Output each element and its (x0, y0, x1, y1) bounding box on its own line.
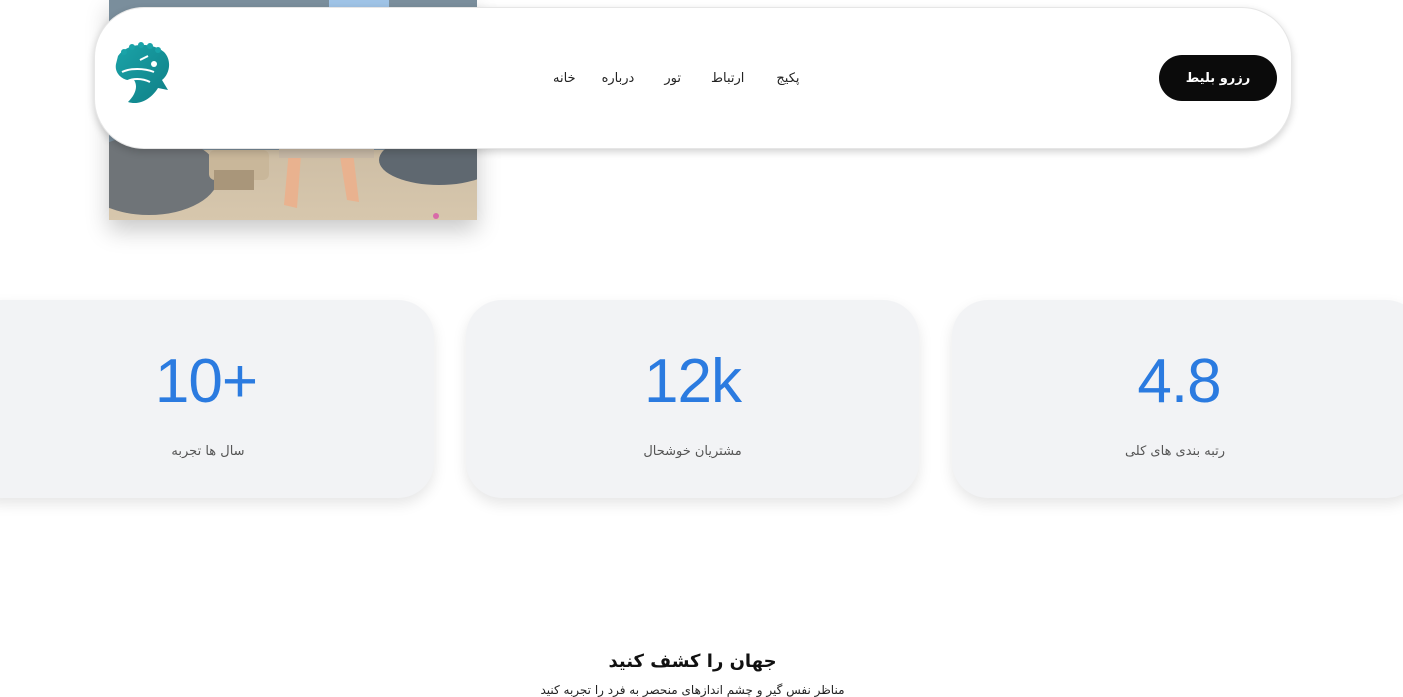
nav-item-contact[interactable]: ارتباط (711, 71, 744, 86)
stat-value: 4.8 (1137, 347, 1221, 416)
stat-label: سال ها تجربه (171, 444, 245, 459)
stat-label: رتبه بندی های کلی (1124, 444, 1226, 459)
stat-value: 10+ (154, 347, 258, 416)
stat-card-experience: 10+ سال ها تجربه (0, 300, 434, 498)
stat-value: 12k (644, 347, 742, 416)
horse-logo-icon[interactable] (110, 42, 174, 108)
nav-item-home[interactable]: خانه (553, 71, 576, 86)
stat-card-rating: 4.8 رتبه بندی های کلی (952, 300, 1403, 498)
explore-subtitle: مناظر نفس گیر و چشم اندازهای منحصر به فر… (540, 683, 845, 697)
header-navbar: خانه درباره تور ارتباط پکیج رزرو بلیط (94, 7, 1292, 149)
page: خانه درباره تور ارتباط پکیج رزرو بلیط 10… (0, 0, 1403, 697)
nav-menu: خانه درباره تور ارتباط پکیج (553, 66, 800, 90)
nav-item-tour[interactable]: تور (664, 71, 681, 86)
stat-label: مشتریان خوشحال (643, 444, 742, 459)
nav-item-about[interactable]: درباره (602, 71, 635, 86)
book-ticket-button[interactable]: رزرو بلیط (1159, 55, 1277, 101)
explore-title: جهان را کشف کنید (608, 651, 777, 672)
stat-card-customers: 12k مشتریان خوشحال (466, 300, 919, 498)
nav-item-package[interactable]: پکیج (776, 71, 799, 86)
